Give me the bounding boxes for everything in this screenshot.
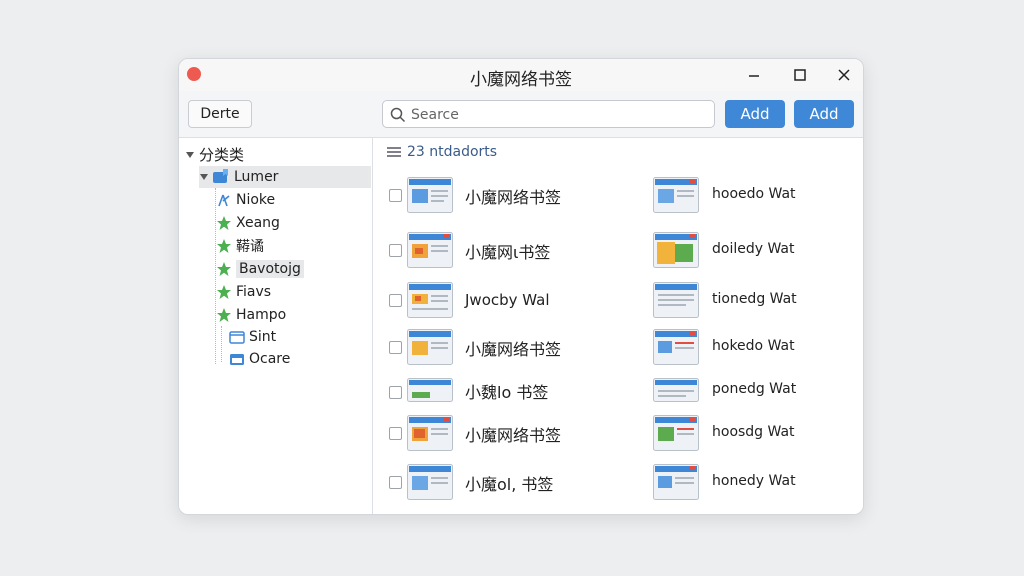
search-icon bbox=[390, 107, 406, 123]
delete-button[interactable]: Derte bbox=[188, 100, 252, 128]
row-checkbox[interactable] bbox=[389, 341, 402, 354]
table-row[interactable]: Jwocby Wal tionedg Wat bbox=[373, 280, 843, 320]
table-row[interactable]: 小魔网络书签 hoosdg Wat bbox=[373, 413, 843, 453]
row-checkbox[interactable] bbox=[389, 294, 402, 307]
page-thumbnail-icon bbox=[653, 378, 699, 402]
page-thumbnail-icon bbox=[653, 329, 699, 365]
folder-icon bbox=[229, 331, 245, 344]
row-checkbox[interactable] bbox=[389, 386, 402, 399]
bookmark-url: doiledy Wat bbox=[712, 241, 795, 257]
bookmark-title: 小魔网络书签 bbox=[465, 188, 562, 207]
add-button-secondary[interactable]: Add bbox=[794, 100, 854, 128]
bookmark-count: 23 ntdadorts bbox=[387, 144, 497, 160]
bookmark-title: 小魔网络书签 bbox=[465, 426, 562, 445]
page-thumbnail-icon bbox=[653, 282, 699, 318]
bookmark-title: Jwocby Wal bbox=[465, 291, 550, 309]
page-thumbnail-icon bbox=[407, 378, 453, 402]
toolbar: Derte Add Add bbox=[179, 91, 863, 138]
page-thumbnail-icon bbox=[653, 415, 699, 451]
page-thumbnail-icon bbox=[407, 232, 453, 268]
bookmark-count-label: 23 ntdadorts bbox=[407, 144, 498, 160]
star-icon bbox=[217, 285, 231, 299]
row-checkbox[interactable] bbox=[389, 427, 402, 440]
tree-item-category-4[interactable]: 鞯谲 bbox=[216, 235, 264, 257]
tree-item-fiavs[interactable]: Fiavs bbox=[216, 281, 271, 303]
star-icon bbox=[217, 216, 231, 230]
table-row[interactable]: 小魔网ι书签 doiledy Wat bbox=[373, 230, 843, 270]
page-thumbnail-icon bbox=[653, 232, 699, 268]
search-input[interactable] bbox=[409, 104, 703, 126]
bookmark-title: 小魔网络书签 bbox=[465, 340, 562, 359]
tree-root-label: 分类类 bbox=[199, 146, 245, 164]
page-thumbnail-icon bbox=[407, 464, 453, 500]
tree-item-xeang[interactable]: Xeang bbox=[216, 212, 280, 234]
bookmark-url: honedy Wat bbox=[712, 473, 796, 489]
bookmark-list: 23 ntdadorts 小魔网络书签 hooedo Wat 小魔网ι书签 do… bbox=[373, 138, 863, 514]
bookmark-title: 小魔网ι书签 bbox=[465, 243, 551, 262]
table-row[interactable]: 小魔ol, 书签 honedy Wat bbox=[373, 462, 843, 502]
maximize-icon[interactable] bbox=[790, 65, 810, 85]
star-icon bbox=[217, 262, 231, 276]
table-row[interactable]: 小魔网络书签 hooedo Wat bbox=[373, 175, 843, 215]
bookmark-url: hooedo Wat bbox=[712, 186, 796, 202]
tree-item-sint[interactable]: Sint bbox=[229, 326, 276, 348]
folder-icon bbox=[230, 354, 244, 365]
category-sidebar: 分类类 Lumer Nioke Xeang 鞯谲 Bavotojg Fiavs … bbox=[179, 138, 373, 514]
bookmark-folder-icon bbox=[213, 169, 228, 183]
tree-item-hampo[interactable]: Hampo bbox=[216, 304, 286, 326]
list-icon bbox=[387, 147, 401, 157]
bookmark-url: hoosdg Wat bbox=[712, 424, 795, 440]
bookmark-url: ponedg Wat bbox=[712, 381, 797, 397]
page-thumbnail-icon bbox=[407, 329, 453, 365]
tree-item-lumer[interactable]: Lumer bbox=[199, 166, 371, 188]
tree-item-bavotojg[interactable]: Bavotojg bbox=[216, 258, 304, 280]
bookmark-url: tionedg Wat bbox=[712, 291, 797, 307]
tree-guide-line bbox=[221, 326, 222, 362]
page-thumbnail-icon bbox=[653, 177, 699, 213]
tree-item-ocare[interactable]: Ocare bbox=[229, 348, 290, 370]
page-thumbnail-icon bbox=[653, 464, 699, 500]
row-checkbox[interactable] bbox=[389, 189, 402, 202]
add-button-primary[interactable]: Add bbox=[725, 100, 785, 128]
bookmark-url: hokedo Wat bbox=[712, 338, 795, 354]
app-window: 小魔网络书签 Derte Add Add 分类类 bbox=[178, 58, 864, 515]
triangle-down-icon[interactable] bbox=[199, 172, 209, 182]
star-icon bbox=[217, 308, 231, 322]
table-row[interactable]: 小魏lo 书签 ponedg Wat bbox=[373, 374, 843, 414]
row-checkbox[interactable] bbox=[389, 244, 402, 257]
page-thumbnail-icon bbox=[407, 415, 453, 451]
bookmark-title: 小魔ol, 书签 bbox=[465, 475, 554, 494]
tree-item-nioke[interactable]: Nioke bbox=[216, 189, 275, 211]
bookmark-title: 小魏lo 书签 bbox=[465, 383, 549, 402]
page-thumbnail-icon bbox=[407, 282, 453, 318]
tree-root[interactable]: 分类类 bbox=[185, 144, 244, 165]
row-checkbox[interactable] bbox=[389, 476, 402, 489]
triangle-down-icon[interactable] bbox=[185, 150, 195, 160]
page-thumbnail-icon bbox=[407, 177, 453, 213]
search-box[interactable] bbox=[382, 100, 715, 128]
star-icon bbox=[217, 239, 231, 253]
close-icon[interactable] bbox=[834, 65, 854, 85]
title-bar: 小魔网络书签 bbox=[179, 59, 863, 91]
table-row[interactable]: 小魔网络书签 hokedo Wat bbox=[373, 327, 843, 367]
leaf-icon bbox=[218, 194, 230, 207]
minimize-icon[interactable] bbox=[744, 65, 764, 85]
